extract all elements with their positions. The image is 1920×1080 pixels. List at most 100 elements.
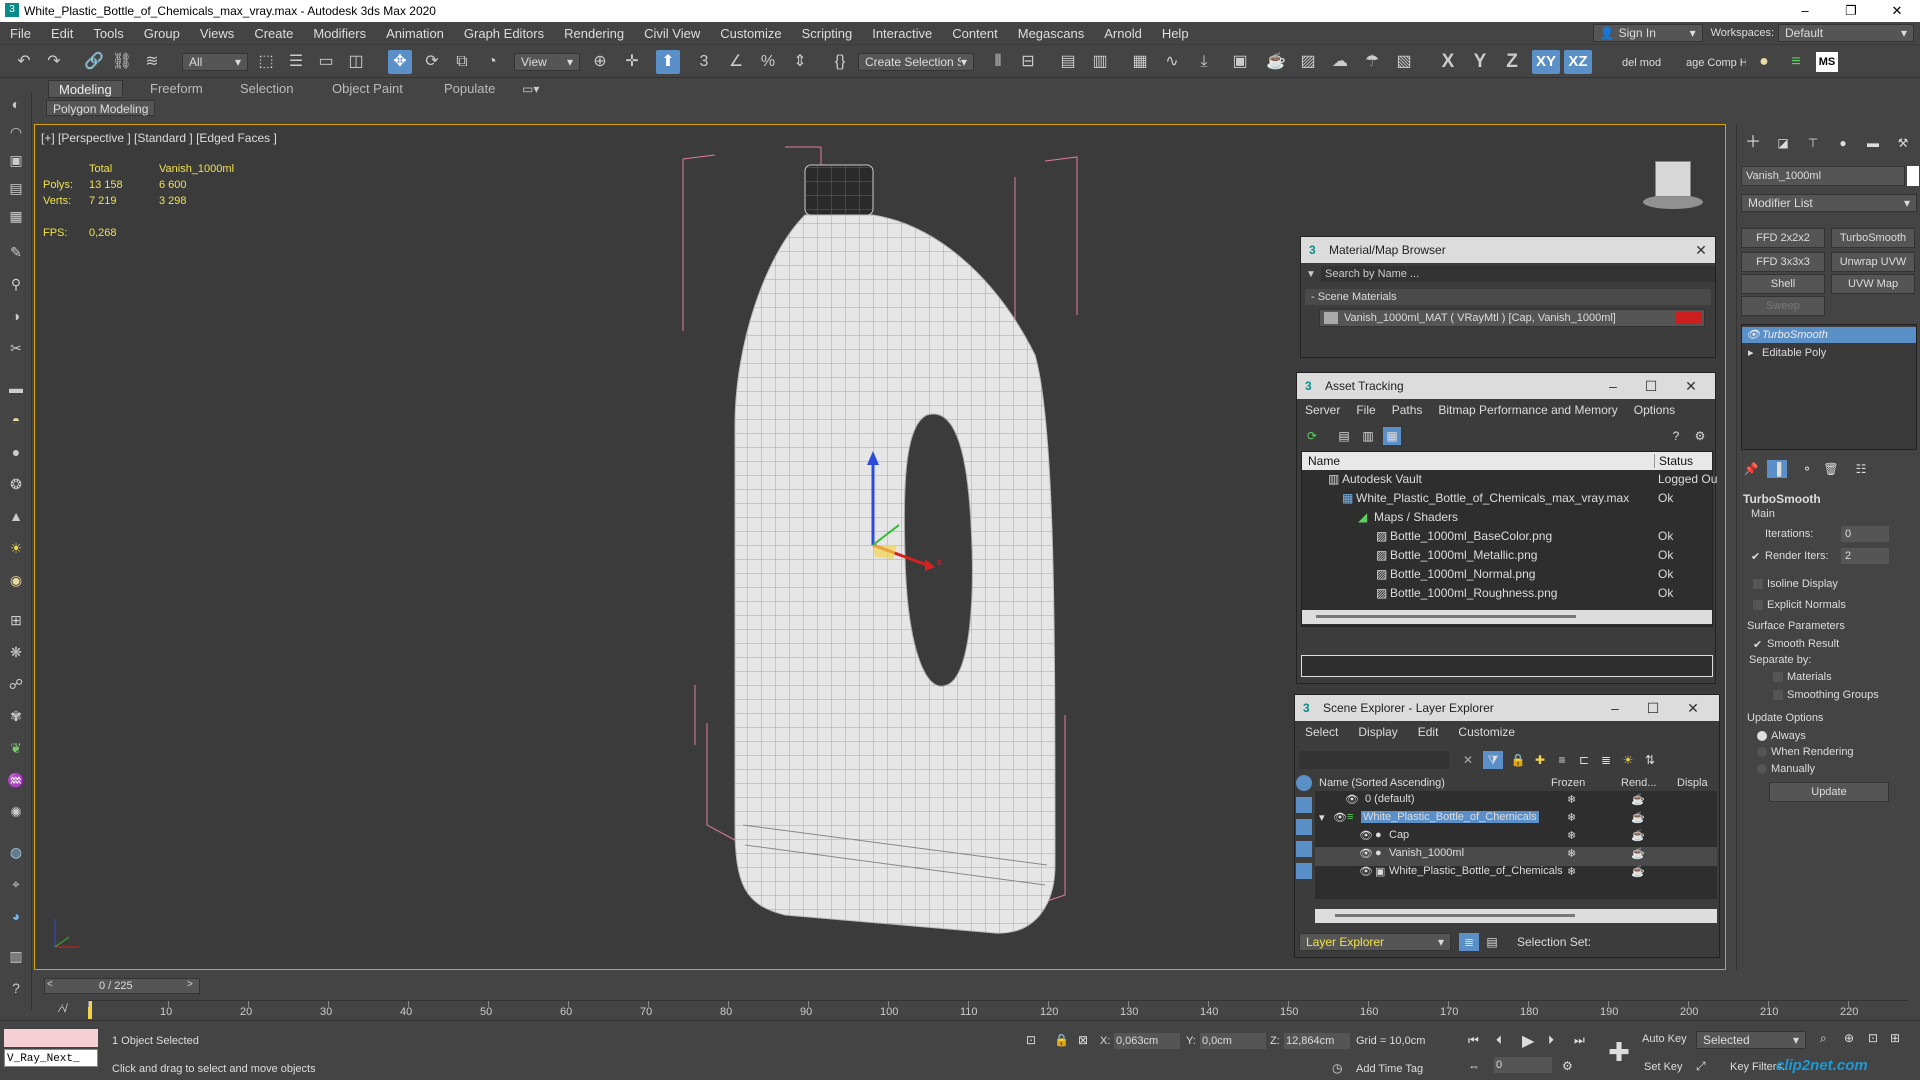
display-tab-icon[interactable]: ▬ [1861,132,1885,154]
absolute-mode-icon[interactable]: ⊠ [1078,1033,1088,1047]
asset-table-scrollbar[interactable] [1302,610,1712,624]
turbosmooth-button[interactable]: TurboSmooth [1831,228,1915,248]
asset-path-field[interactable] [1301,655,1713,677]
set-key-button[interactable]: Set Key [1644,1061,1683,1073]
list-view-icon[interactable]: ▤ [1335,427,1353,445]
key-mode-icon[interactable]: ⇔ [1468,1059,1480,1073]
tab-freeform[interactable]: Freeform [140,80,213,98]
menu-edit[interactable]: Edit [41,26,83,41]
frozen-icon[interactable]: ❄ [1567,793,1576,806]
ribbon-toggle-icon[interactable]: ▦ [1128,50,1152,74]
remove-modifier-icon[interactable]: 🗑 [1821,460,1841,478]
chevron-down-icon[interactable]: ▼ [1301,269,1321,280]
play-icon[interactable]: ▶ [1522,1031,1534,1051]
help-icon[interactable]: ? [1667,427,1685,445]
cone-icon[interactable]: ▲ [4,504,28,528]
axis-z-button[interactable]: Z [1500,50,1524,74]
asset-menu-bitmap-performance[interactable]: Bitmap Performance and Memory [1430,403,1625,421]
rotate-icon[interactable]: ⟳ [420,50,444,74]
asset-menu-server[interactable]: Server [1297,403,1348,421]
selection-filter-dropdown[interactable]: All ▾ [182,53,248,71]
time-tag-icon[interactable]: ◷ [1332,1061,1342,1075]
z-coordinate-field[interactable]: 12,864cm [1284,1033,1350,1049]
add-time-tag-button[interactable]: Add Time Tag [1356,1063,1423,1075]
expand-icon[interactable]: ▾ [1319,811,1325,824]
maximize-icon[interactable]: ☐ [1639,695,1667,721]
frozen-icon[interactable]: ❄ [1567,829,1576,842]
always-radio[interactable] [1757,731,1767,741]
sign-in-dropdown[interactable]: 👤 Sign In ▾ [1592,24,1703,42]
ffd-2x2x2-button[interactable]: FFD 2x2x2 [1741,228,1825,248]
materials-checkbox[interactable] [1773,672,1783,682]
modify-tab-icon[interactable]: ◪ [1771,132,1795,154]
system-icon[interactable]: ☍ [4,672,28,696]
menu-help[interactable]: Help [1152,26,1199,41]
tab-selection[interactable]: Selection [230,80,303,98]
settings-icon[interactable]: ⚙ [1691,427,1709,445]
ribbon-polygon-modeling[interactable]: Polygon Modeling [46,100,156,116]
menu-civil-view[interactable]: Civil View [634,26,710,41]
redo-icon[interactable]: ↷ [42,50,66,74]
asset-menu-options[interactable]: Options [1626,403,1683,421]
menu-arnold[interactable]: Arnold [1094,26,1152,41]
key-filters-icon[interactable]: ⤢ [1696,1059,1706,1074]
rollout-title[interactable]: TurboSmooth [1743,492,1821,506]
axis-x-button[interactable]: X [1436,50,1460,74]
spinner-snap-icon[interactable]: ⇕ [788,50,812,74]
scene-menu-edit[interactable]: Edit [1408,725,1449,743]
menu-interactive[interactable]: Interactive [862,26,942,41]
smooth-result-checkbox[interactable]: ✔ [1753,638,1762,651]
time-slider[interactable]: < 0 / 225 > [44,978,200,994]
scene-menu-select[interactable]: Select [1295,725,1348,743]
helper-icon[interactable]: ✾ [4,704,28,728]
table-view-icon[interactable]: ▦ [1383,427,1401,445]
manually-radio[interactable] [1757,764,1767,774]
asset-col-name[interactable]: Name [1308,454,1340,468]
geosphere-icon[interactable]: ❂ [4,472,28,496]
connect-icon[interactable]: ⚲ [4,272,28,296]
explicit-normals-checkbox[interactable] [1753,600,1763,610]
foliage-icon[interactable]: ❦ [4,736,28,760]
quickslice-icon[interactable]: ▤ [4,176,28,200]
uvw-map-button[interactable]: UVW Map [1831,274,1915,294]
move-icon[interactable]: ✥ [388,50,412,74]
menu-graph-editors[interactable]: Graph Editors [454,26,554,41]
axis-xy-button[interactable]: XY [1532,50,1560,74]
menu-scripting[interactable]: Scripting [792,26,863,41]
layer-row[interactable]: ▾ 👁 ≡ White_Plastic_Bottle_of_Chemicals … [1315,811,1717,830]
isoline-checkbox[interactable] [1753,579,1763,589]
maximize-button[interactable]: ❐ [1828,0,1874,22]
configure-sets-icon[interactable]: ☷ [1851,460,1871,478]
window-crossing-icon[interactable]: ◫ [344,50,368,74]
when-rendering-radio[interactable] [1757,747,1767,757]
light-filter-icon[interactable] [1296,819,1312,835]
close-icon[interactable]: ✕ [1677,373,1705,399]
isolate-selection-icon[interactable]: ⊡ [1026,1033,1036,1047]
material-list-item[interactable]: Vanish_1000ml_MAT ( VRayMtl ) [Cap, Vani… [1319,309,1705,327]
current-frame-field[interactable]: 0 [1494,1057,1552,1073]
show-end-result-icon[interactable]: ▐ [1767,460,1787,478]
select-object-icon[interactable]: ⬚ [254,50,278,74]
render-icon[interactable]: ☕ [1631,793,1645,806]
update-button[interactable]: Update [1769,782,1889,802]
light-icon[interactable]: ◉ [4,568,28,592]
track-bar[interactable]: ⁄√ 10 20 30 40 50 60 70 80 90 100 110 120 130 140 150 1… [60,1000,1908,1020]
vray-icon[interactable]: ◕ [4,904,28,928]
layer-col-name[interactable]: Name (Sorted Ascending) [1319,777,1445,789]
angle-snap-icon[interactable]: ∠ [724,50,748,74]
axis-xz-button[interactable]: XZ [1564,50,1592,74]
clear-icon[interactable]: ✕ [1459,751,1477,769]
layer-tree-scrollbar[interactable] [1315,909,1717,923]
layer-col-display[interactable]: Displa [1677,777,1708,789]
render-iters-spinner[interactable]: 2 [1841,548,1889,564]
menu-megascans[interactable]: Megascans [1008,26,1094,41]
x-coordinate-field[interactable]: 0,063cm [1114,1033,1180,1049]
hierarchy-icon[interactable]: ⊏ [1575,751,1593,769]
snaps-toggle-icon[interactable]: 3 [692,50,716,74]
shell-button[interactable]: Shell [1741,274,1825,294]
hair-icon[interactable]: ♒ [4,768,28,792]
time-slider-next-icon[interactable]: > [187,979,193,990]
refresh-icon[interactable]: ⟳ [1303,427,1321,445]
hierarchy-tab-icon[interactable]: ⊤ [1801,132,1825,154]
y-coordinate-field[interactable]: 0,0cm [1200,1033,1266,1049]
